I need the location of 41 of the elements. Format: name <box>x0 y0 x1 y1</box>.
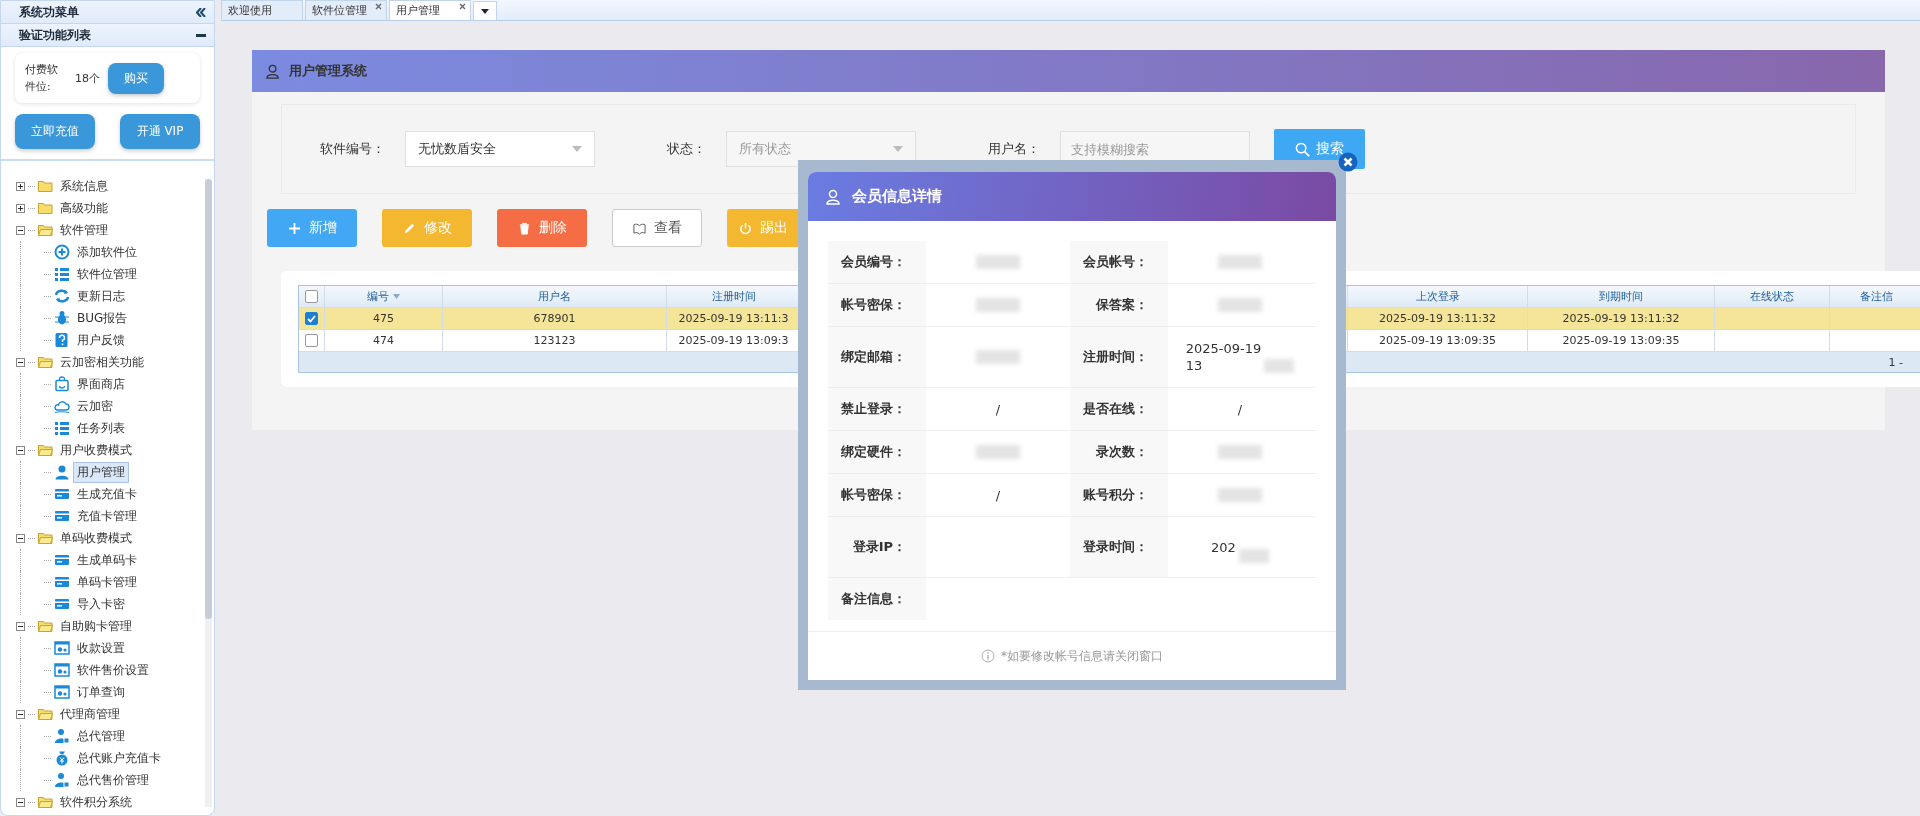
field-label: 帐号密保： <box>828 284 926 326</box>
field-label: 录次数： <box>1070 431 1168 473</box>
field-label: 备注信息： <box>828 578 926 620</box>
filter-label: 软件编号： <box>320 140 385 158</box>
panel-title: 用户管理系统 <box>289 62 367 80</box>
field-label: 帐号密保： <box>828 474 926 516</box>
sidebar-title: 系统功菜单 <box>19 3 79 21</box>
table-cell: 2025-09-19 13:11:32 <box>1379 312 1496 325</box>
table-cell: 2025-09-19 13:11:32 <box>1562 312 1680 325</box>
table-cell: 123123 <box>533 334 576 347</box>
field-label: 禁止登录： <box>828 388 926 430</box>
field-label: 保答案： <box>1070 284 1168 326</box>
filter-label: 状态： <box>667 140 706 158</box>
section-title: 验证功能列表 <box>19 26 91 44</box>
table-cell: 678901 <box>533 312 576 325</box>
field-value: 202 <box>1211 538 1236 556</box>
field-value: 2025-09-19 13 <box>1185 340 1262 374</box>
table-cell: 475 <box>373 312 394 325</box>
table-cell: 474 <box>373 334 394 347</box>
field-label: 登录IP： <box>828 517 926 577</box>
table-cell: 2025-09-19 13:09:35 <box>1379 334 1496 347</box>
field-value: / <box>995 400 1001 418</box>
field-label: 账号积分： <box>1070 474 1168 516</box>
field-value: / <box>1237 400 1243 418</box>
field-label: 会员帐号： <box>1070 241 1168 283</box>
field-label: 绑定邮箱： <box>828 327 926 387</box>
field-label: 是否在线： <box>1070 388 1168 430</box>
field-value: / <box>995 486 1001 504</box>
filter-label: 用户名： <box>988 140 1040 158</box>
dialog-title: 会员信息详情 <box>852 187 942 206</box>
pager-text: 1 - <box>1888 355 1903 369</box>
field-label: 绑定硬件： <box>828 431 926 473</box>
field-label: 登录时间： <box>1070 517 1168 577</box>
dialog-note: *如要修改帐号信息请关闭窗口 <box>1001 647 1163 665</box>
field-label: 注册时间： <box>1070 327 1168 387</box>
table-cell: 2025-09-19 13:09:35 <box>1562 334 1680 347</box>
table-cell: 2025-09-19 13:09:3 <box>678 334 789 347</box>
slots-count: 18个 <box>75 70 100 86</box>
field-label: 会员编号： <box>828 241 926 283</box>
slots-label: 付费软件位: <box>25 62 59 95</box>
table-cell: 2025-09-19 13:11:3 <box>678 312 789 325</box>
